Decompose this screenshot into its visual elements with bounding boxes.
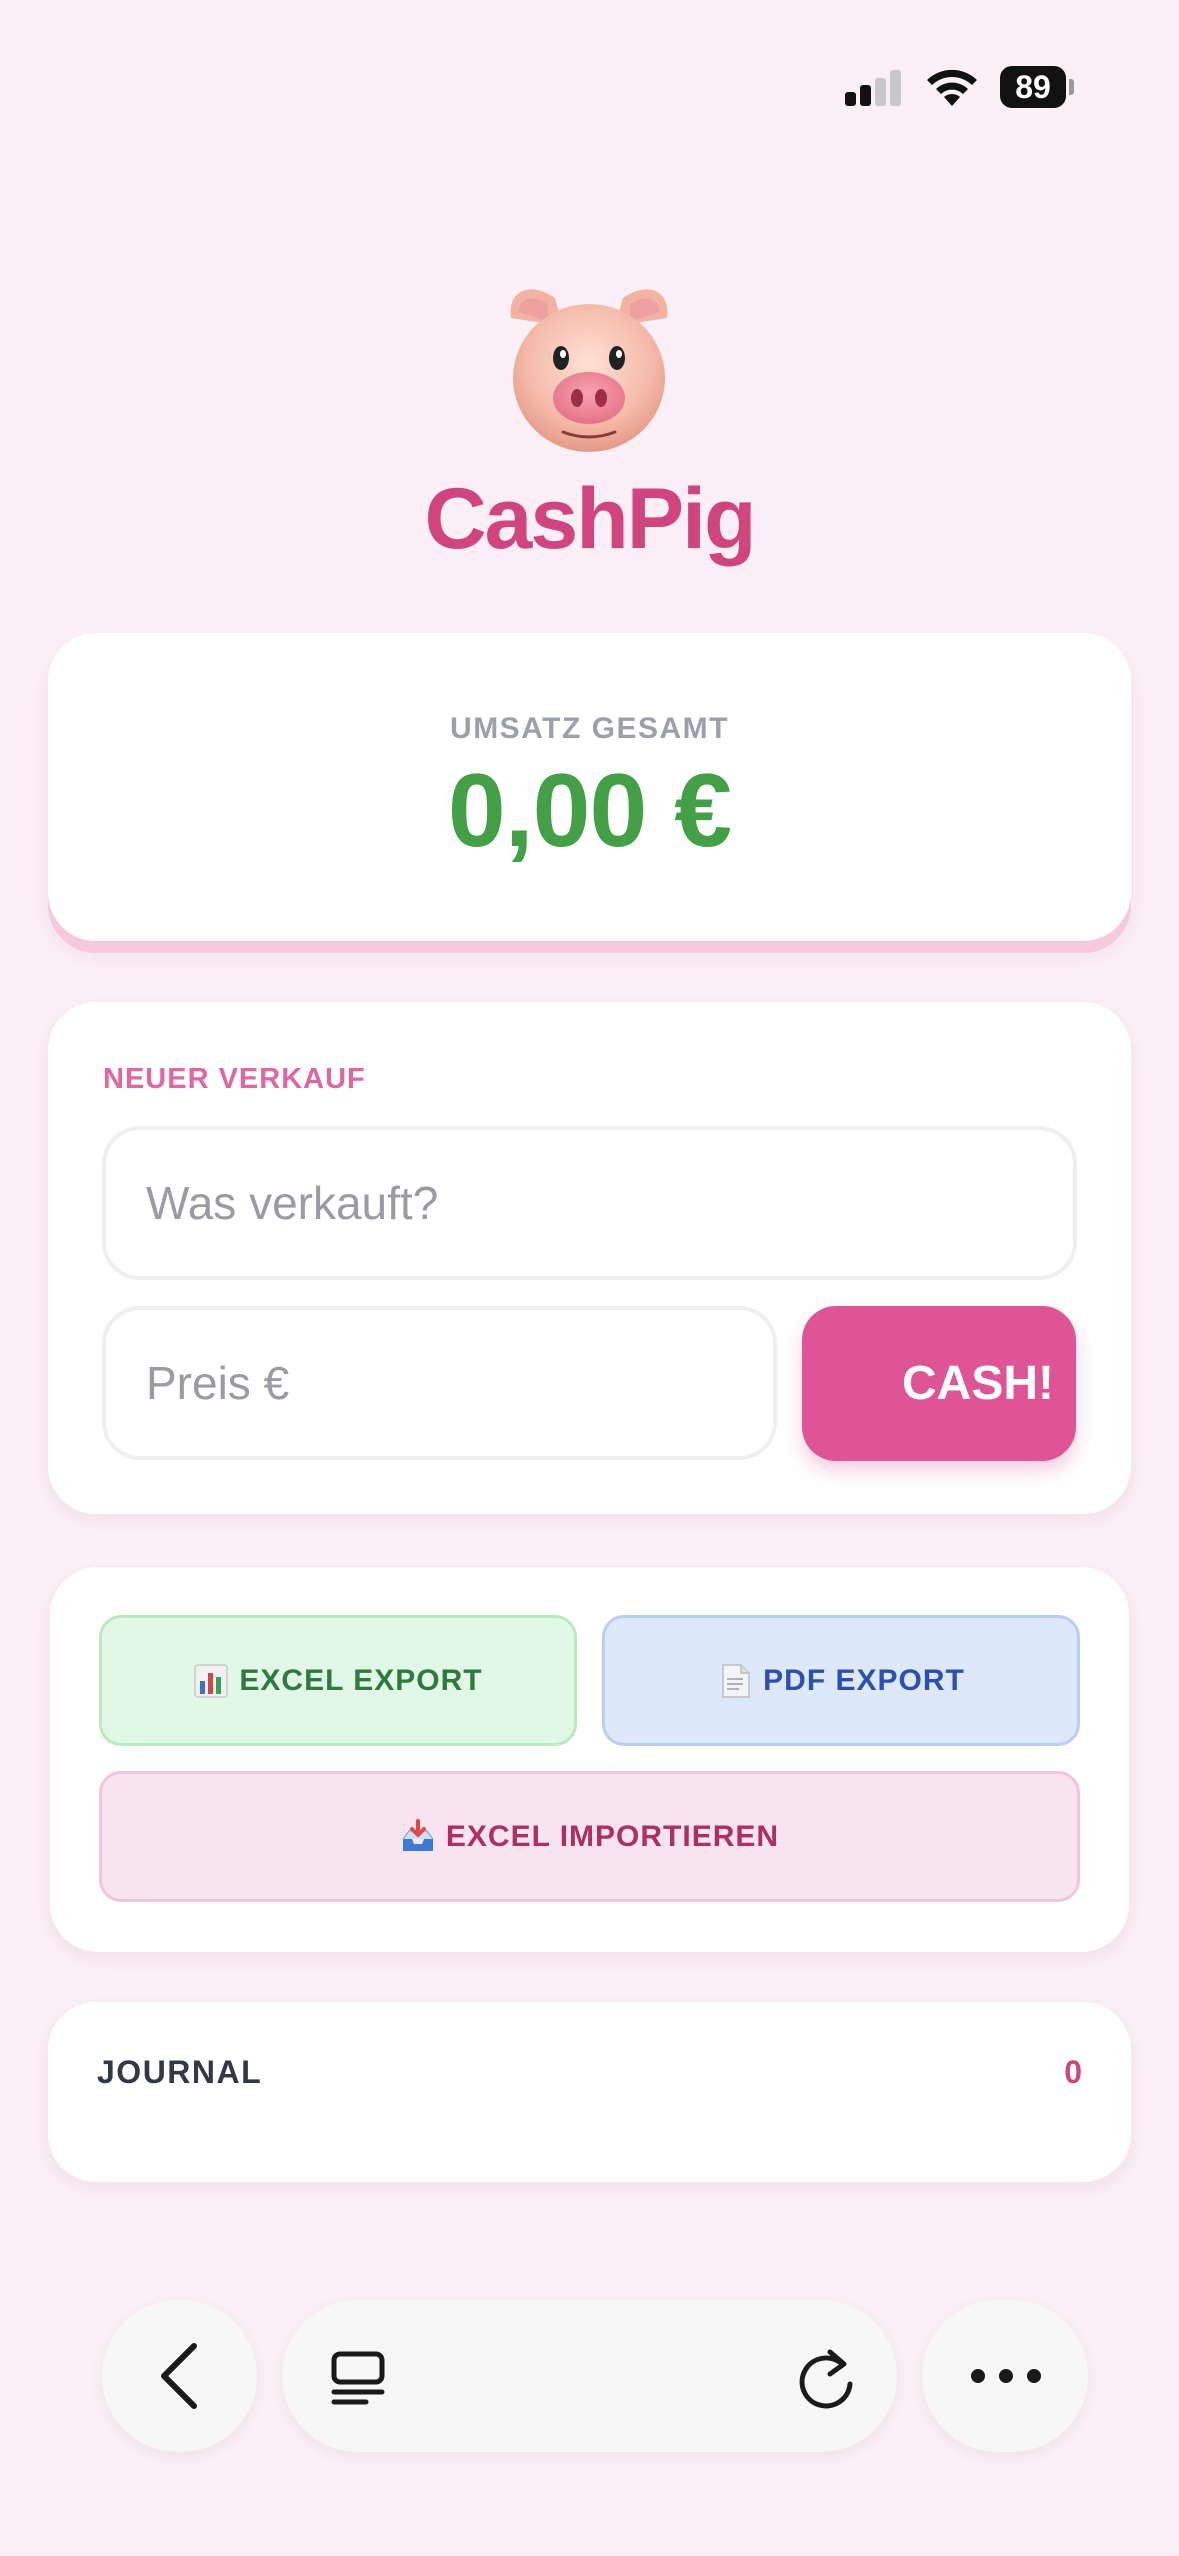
inbox-tray-icon (402, 1818, 434, 1851)
pdf-export-button[interactable]: PDF EXPORT (602, 1615, 1080, 1746)
status-bar: 89 (0, 0, 1179, 170)
chevron-left-icon (161, 2343, 197, 2409)
address-bar[interactable] (282, 2300, 897, 2452)
document-icon (722, 1663, 750, 1698)
journal-count: 0 (1064, 2054, 1082, 2090)
journal-card (48, 2002, 1131, 2182)
price-input[interactable] (102, 1306, 777, 1460)
total-value: 0,00 € (447, 753, 732, 869)
pig-face-icon (510, 289, 668, 452)
excel-export-button[interactable]: EXCEL EXPORT (99, 1615, 577, 1746)
tabs-icon[interactable] (326, 2346, 390, 2410)
app-title: CashPig (424, 471, 756, 567)
cellular-signal-icon (845, 70, 905, 106)
back-button[interactable] (102, 2300, 257, 2452)
more-button[interactable] (922, 2300, 1088, 2452)
wifi-icon (927, 69, 977, 106)
excel-import-button[interactable]: EXCEL IMPORTIEREN (99, 1771, 1080, 1902)
total-label: UMSATZ GESAMT (450, 712, 729, 745)
bar-chart-icon (194, 1663, 229, 1698)
excel-import-label: EXCEL IMPORTIEREN (445, 1819, 780, 1853)
cash-button[interactable]: CASH! (802, 1306, 1076, 1461)
reload-icon[interactable] (792, 2342, 860, 2414)
battery-level: 89 (1000, 66, 1066, 108)
battery-icon: 89 (1000, 66, 1074, 108)
pdf-export-label: PDF EXPORT (763, 1663, 965, 1697)
new-sale-label: NEUER VERKAUF (103, 1063, 366, 1095)
journal-title: JOURNAL (97, 2054, 263, 2090)
more-dots-icon (971, 2369, 1041, 2383)
item-input[interactable] (102, 1126, 1077, 1280)
excel-export-label: EXCEL EXPORT (239, 1663, 483, 1697)
